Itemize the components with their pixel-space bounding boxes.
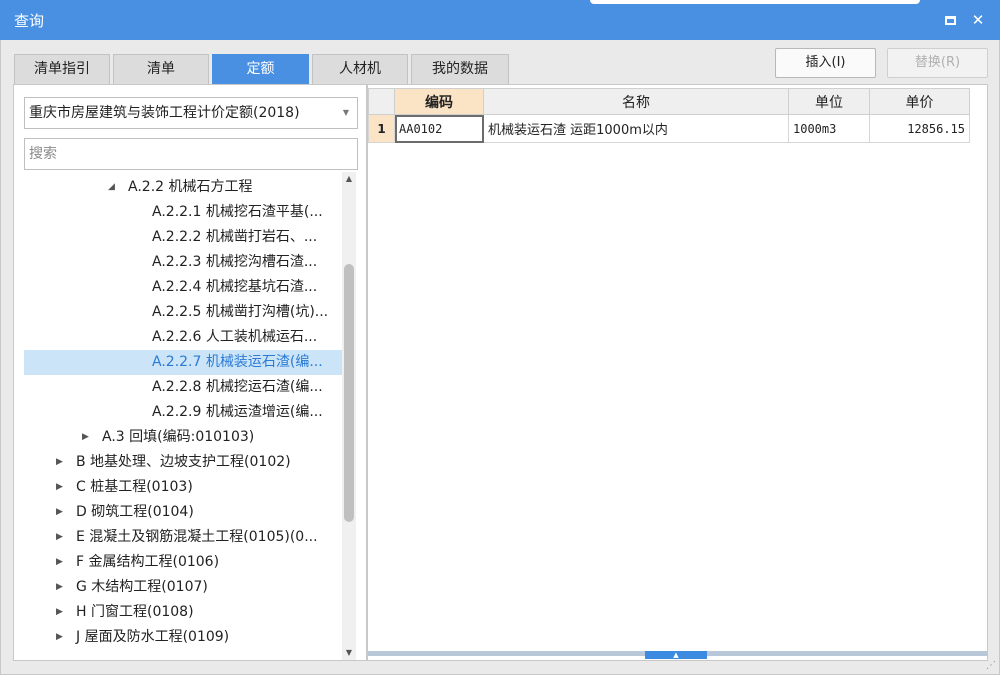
- tree-node[interactable]: ▶ C 桩基工程(0103): [24, 475, 342, 500]
- tab-materials[interactable]: 人材机: [312, 54, 408, 84]
- tree-node-label: J 屋面及防水工程(0109): [76, 629, 230, 645]
- chevron-down-icon: ▼: [342, 108, 349, 117]
- row-number-header: [368, 88, 395, 115]
- tree-node[interactable]: ▶ G 木结构工程(0107): [24, 575, 342, 600]
- maximize-button[interactable]: [940, 10, 960, 30]
- close-button[interactable]: ✕: [968, 10, 988, 30]
- tab-my-data[interactable]: 我的数据: [411, 54, 509, 84]
- tree-node[interactable]: ▶ D 砌筑工程(0104): [24, 500, 342, 525]
- tree-node-label: E 混凝土及钢筋混凝土工程(0105)(0...: [76, 529, 318, 545]
- tree-node-label: H 门窗工程(0108): [76, 604, 194, 620]
- tree-node[interactable]: ▶ J 屋面及防水工程(0109): [24, 625, 342, 650]
- window-title: 查询: [14, 12, 45, 30]
- tree-node[interactable]: ▶ H 门窗工程(0108): [24, 600, 342, 625]
- tree-node-label: A.2.2.9 机械运渣增运(编...: [152, 404, 323, 420]
- tree-node[interactable]: A.2.2.4 机械挖基坑石渣...: [24, 275, 342, 300]
- tree-node-label: C 桩基工程(0103): [76, 479, 193, 495]
- column-header-price[interactable]: 单价: [869, 88, 970, 115]
- tree-node-label: A.2.2.5 机械凿打沟槽(坑)...: [152, 304, 329, 320]
- tree-node-label: A.2.2.4 机械挖基坑石渣...: [152, 279, 318, 295]
- triangle-right-icon[interactable]: ▶: [56, 500, 63, 525]
- triangle-right-icon[interactable]: ▶: [82, 425, 89, 450]
- tree-node[interactable]: A.2.2.8 机械挖运石渣(编...: [24, 375, 342, 400]
- tree-node-label: D 砌筑工程(0104): [76, 504, 194, 520]
- scrollbar-thumb[interactable]: [344, 264, 354, 522]
- cell-price[interactable]: 12856.15: [869, 114, 970, 143]
- tree-node-label: A.3 回填(编码:010103): [102, 429, 255, 445]
- scroll-down-icon[interactable]: ▼: [342, 646, 356, 660]
- column-header-unit[interactable]: 单位: [788, 88, 870, 115]
- close-icon: ✕: [971, 11, 985, 29]
- column-header-name[interactable]: 名称: [483, 88, 789, 115]
- tree-node[interactable]: A.2.2.9 机械运渣增运(编...: [24, 400, 342, 425]
- title-decoration: [590, 0, 920, 4]
- table-row[interactable]: 1 AA0102 机械装运石渣 运距1000m以内 1000m3 12856.1…: [368, 114, 970, 143]
- results-panel: 编码 名称 单位 单价 1 AA0102 机械装运石渣 运距1000m以内 10…: [367, 84, 988, 661]
- title-bar: 查询 ✕: [0, 0, 1000, 40]
- row-number: 1: [368, 114, 395, 143]
- cell-unit[interactable]: 1000m3: [788, 114, 870, 143]
- triangle-right-icon[interactable]: ▶: [56, 575, 63, 600]
- insert-button[interactable]: 插入(I): [775, 48, 876, 78]
- splitter-handle[interactable]: ▲: [645, 651, 707, 659]
- tab-quota[interactable]: 定额: [212, 54, 309, 84]
- tree-node[interactable]: ▶ A.3 回填(编码:010103): [24, 425, 342, 450]
- tree-node[interactable]: A.2.2.6 人工装机械运石...: [24, 325, 342, 350]
- tree-node-label: F 金属结构工程(0106): [76, 554, 220, 570]
- triangle-down-right-icon[interactable]: ◢: [108, 175, 115, 200]
- tree-node[interactable]: A.2.2.2 机械凿打岩石、...: [24, 225, 342, 250]
- triangle-right-icon[interactable]: ▶: [56, 550, 63, 575]
- tree-node-label: B 地基处理、边坡支护工程(0102): [76, 454, 291, 470]
- maximize-icon: [944, 16, 956, 25]
- resize-grip-icon[interactable]: ⋰: [986, 660, 998, 672]
- tab-list[interactable]: 清单: [113, 54, 209, 84]
- replace-button[interactable]: 替换(R): [887, 48, 988, 78]
- triangle-right-icon[interactable]: ▶: [56, 525, 63, 550]
- tree-node-selected[interactable]: A.2.2.7 机械装运石渣(编...: [24, 350, 342, 375]
- results-table: 编码 名称 单位 单价 1 AA0102 机械装运石渣 运距1000m以内 10…: [368, 88, 970, 143]
- triangle-right-icon[interactable]: ▶: [56, 450, 63, 475]
- tree-node[interactable]: ▶ F 金属结构工程(0106): [24, 550, 342, 575]
- tree-node[interactable]: ◢ A.2.2 机械石方工程: [24, 175, 342, 200]
- tree-node-label: A.2.2.2 机械凿打岩石、...: [152, 229, 318, 245]
- tree-node-label: A.2.2.6 人工装机械运石...: [152, 329, 318, 345]
- column-header-code[interactable]: 编码: [394, 88, 484, 115]
- tree-node[interactable]: A.2.2.3 机械挖沟槽石渣...: [24, 250, 342, 275]
- tree-node[interactable]: A.2.2.5 机械凿打沟槽(坑)...: [24, 300, 342, 325]
- tree-node[interactable]: ▶ B 地基处理、边坡支护工程(0102): [24, 450, 342, 475]
- triangle-right-icon[interactable]: ▶: [56, 625, 63, 650]
- table-header-row: 编码 名称 单位 单价: [368, 88, 970, 115]
- tree-node-label: A.2.2.8 机械挖运石渣(编...: [152, 379, 323, 395]
- tree-node-label: A.2.2.3 机械挖沟槽石渣...: [152, 254, 318, 270]
- tree-node-label: G 木结构工程(0107): [76, 579, 208, 595]
- scroll-up-icon[interactable]: ▲: [342, 172, 356, 186]
- tree-node-label: A.2.2.7 机械装运石渣(编...: [152, 354, 323, 370]
- cell-code[interactable]: AA0102: [394, 114, 484, 143]
- tab-list-guide[interactable]: 清单指引: [14, 54, 110, 84]
- chevron-up-icon: ▲: [673, 651, 679, 659]
- triangle-right-icon[interactable]: ▶: [56, 600, 63, 625]
- cell-name[interactable]: 机械装运石渣 运距1000m以内: [483, 114, 789, 143]
- tree-node-label: A.2.2.1 机械挖石渣平基(...: [152, 204, 323, 220]
- library-select[interactable]: 重庆市房屋建筑与装饰工程计价定额(2018) ▼: [24, 97, 358, 129]
- tree-node[interactable]: A.2.2.1 机械挖石渣平基(...: [24, 200, 342, 225]
- tree-scrollbar[interactable]: ▲ ▼: [342, 172, 356, 660]
- tree-node-label: A.2.2 机械石方工程: [128, 179, 253, 195]
- triangle-right-icon[interactable]: ▶: [56, 475, 63, 500]
- library-select-value: 重庆市房屋建筑与装饰工程计价定额(2018): [29, 105, 300, 121]
- tree-node[interactable]: ▶ E 混凝土及钢筋混凝土工程(0105)(0...: [24, 525, 342, 550]
- search-input[interactable]: [24, 138, 358, 170]
- left-panel: 重庆市房屋建筑与装饰工程计价定额(2018) ▼ ◢ A.2.2 机械石方工程 …: [13, 84, 367, 661]
- quota-tree: ◢ A.2.2 机械石方工程 A.2.2.1 机械挖石渣平基(... A.2.2…: [24, 175, 344, 660]
